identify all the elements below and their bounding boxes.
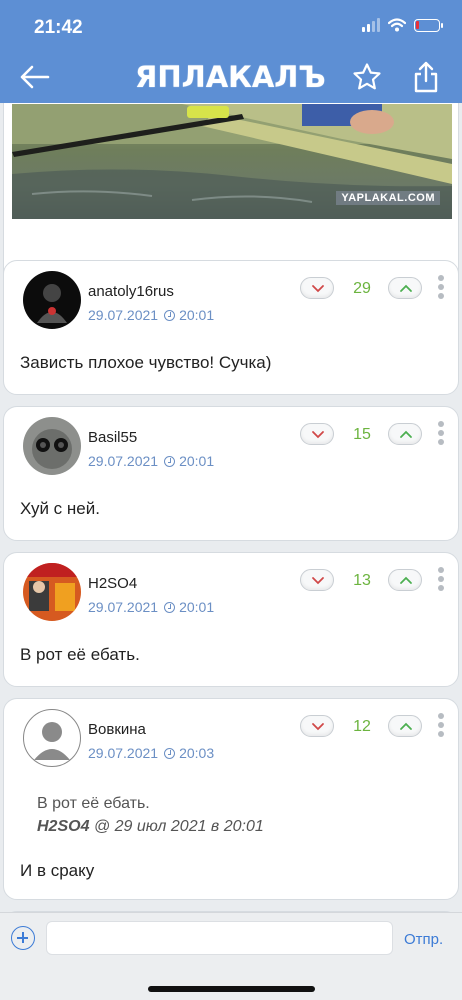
comment-username[interactable]: anatoly16rus: [88, 283, 174, 300]
user-avatar[interactable]: [23, 563, 81, 621]
more-options-icon[interactable]: [437, 567, 445, 595]
battery-icon: [414, 18, 443, 32]
battery-level: [416, 20, 419, 29]
post-image[interactable]: YAPLAKAL.COM: [12, 104, 452, 219]
comment-time: 20:03: [179, 745, 215, 761]
comment-time: 20:01: [179, 453, 215, 469]
quote-meta-text: @ 29 июл 2021 в 20:01: [89, 818, 264, 835]
chevron-down-icon: [312, 577, 324, 585]
back-button[interactable]: [18, 62, 52, 92]
clock-icon: [164, 456, 176, 467]
chevron-up-icon: [400, 430, 412, 438]
comment-score: 15: [353, 426, 371, 443]
comment-card: anatoly16rus 29.07.2021 20:01 29 Зависть …: [3, 260, 459, 395]
comment-text: И в сраку: [20, 861, 95, 880]
comment-card: Basil55 29.07.2021 20:01 15 Хуй с ней.: [3, 406, 459, 541]
comment-username[interactable]: Вовкина: [88, 721, 146, 738]
comment-score: 29: [353, 280, 371, 297]
more-options-icon[interactable]: [437, 421, 445, 449]
quote-attribution: H2SO4 @ 29 июл 2021 в 20:01: [37, 818, 264, 836]
comment-date: 29.07.2021 20:01: [88, 453, 214, 469]
chevron-down-icon: [312, 723, 324, 731]
home-indicator: [148, 986, 315, 992]
add-attachment-button[interactable]: [11, 926, 35, 950]
vote-up-button[interactable]: [388, 715, 422, 737]
comment-card: H2SO4 29.07.2021 20:01 13 В рот её ебать.: [3, 552, 459, 687]
app-header: 21:42 ЯПЛАКАЛЪ: [0, 0, 462, 103]
comment-date-value: 29.07.2021: [88, 453, 159, 469]
quote-author[interactable]: H2SO4: [37, 818, 89, 835]
comment-text: Хуй с ней.: [20, 499, 100, 518]
comment-date-value: 29.07.2021: [88, 307, 159, 323]
comment-score: 12: [353, 718, 371, 735]
clock-icon: [164, 310, 176, 321]
site-logo[interactable]: ЯПЛАКАЛЪ: [135, 60, 326, 94]
clock-icon: [164, 748, 176, 759]
vote-up-button[interactable]: [388, 423, 422, 445]
comment-date-value: 29.07.2021: [88, 745, 159, 761]
reply-bar: Отпр.: [0, 912, 462, 1000]
quoted-text: В рот её ебать.: [37, 795, 150, 812]
user-avatar[interactable]: [23, 417, 81, 475]
comment-text: Зависть плохое чувство! Сучка): [20, 353, 272, 372]
status-time: 21:42: [34, 17, 83, 38]
user-avatar[interactable]: [23, 709, 81, 767]
clock-icon: [164, 602, 176, 613]
comment-username[interactable]: H2SO4: [88, 575, 137, 592]
comment-card: Вовкина 29.07.2021 20:03 12 В рот её ебат…: [3, 698, 459, 900]
more-options-icon[interactable]: [437, 713, 445, 741]
comment-time: 20:01: [179, 599, 215, 615]
comment-date: 29.07.2021 20:03: [88, 745, 214, 761]
chevron-up-icon: [400, 722, 412, 730]
navigation-bar: ЯПЛАКАЛЪ: [0, 52, 462, 102]
vote-up-button[interactable]: [388, 569, 422, 591]
user-avatar[interactable]: [23, 271, 81, 329]
share-icon[interactable]: [412, 60, 440, 94]
comment-username[interactable]: Basil55: [88, 429, 137, 446]
vote-down-button[interactable]: [300, 715, 334, 737]
vote-down-button[interactable]: [300, 569, 334, 591]
wifi-icon: [388, 18, 406, 32]
comment-date: 29.07.2021 20:01: [88, 307, 214, 323]
comment-score: 13: [353, 572, 371, 589]
send-button[interactable]: Отпр.: [404, 931, 443, 948]
comments-feed[interactable]: YAPLAKAL.COM anatoly16rus 29.07.2021 20:0…: [0, 103, 462, 918]
comment-date: 29.07.2021 20:01: [88, 599, 214, 615]
favorite-star-icon[interactable]: [352, 62, 382, 92]
chevron-up-icon: [400, 284, 412, 292]
status-icons: [362, 18, 443, 32]
vote-down-button[interactable]: [300, 277, 334, 299]
more-options-icon[interactable]: [437, 275, 445, 303]
comment-text: В рот её ебать.: [20, 645, 140, 664]
comment-time: 20:01: [179, 307, 215, 323]
cellular-signal-icon: [362, 18, 380, 32]
status-bar: 21:42: [0, 0, 462, 50]
comment-input[interactable]: [46, 921, 393, 955]
chevron-down-icon: [312, 285, 324, 293]
vote-down-button[interactable]: [300, 423, 334, 445]
image-watermark: YAPLAKAL.COM: [336, 191, 440, 205]
comment-date-value: 29.07.2021: [88, 599, 159, 615]
chevron-down-icon: [312, 431, 324, 439]
vote-up-button[interactable]: [388, 277, 422, 299]
chevron-up-icon: [400, 576, 412, 584]
